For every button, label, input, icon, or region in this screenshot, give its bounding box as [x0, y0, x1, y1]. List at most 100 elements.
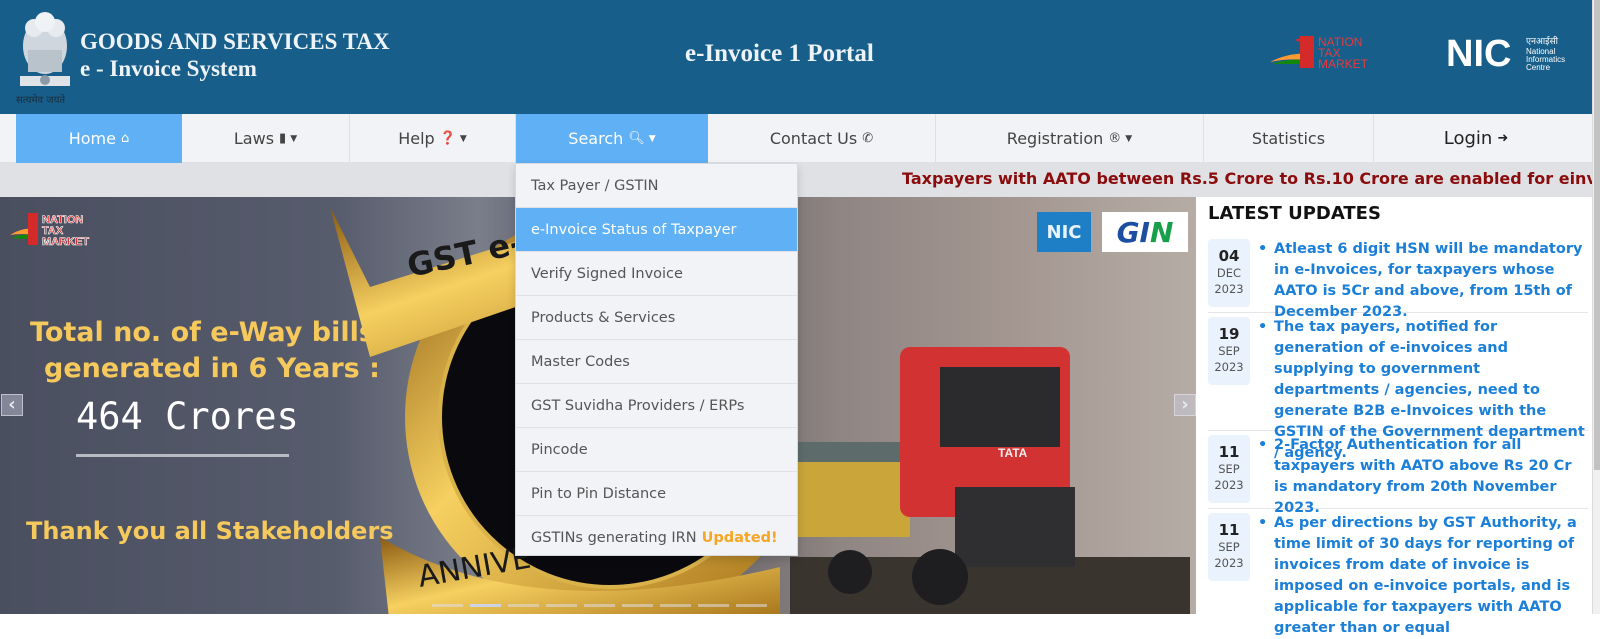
update-day: 11: [1218, 443, 1240, 461]
nav-login[interactable]: Login ➜: [1374, 114, 1578, 163]
slide-divider: [76, 454, 289, 457]
dropdown-item-label: Tax Payer / GSTIN: [531, 177, 659, 194]
one-nation-tax-market-logo: NATION TAX MARKET: [1270, 35, 1369, 70]
ticker-text[interactable]: Taxpayers with AATO between Rs.5 Crore t…: [902, 169, 1592, 188]
gstn-mini-logo: GI N: [1102, 212, 1188, 252]
update-month: SEP: [1218, 540, 1240, 554]
slide-headline-1: Total no. of e-Way bills: [30, 317, 375, 348]
carousel-next-button[interactable]: ›: [1174, 394, 1196, 416]
update-month: DEC: [1216, 266, 1242, 280]
caret-down-icon: ▼: [290, 133, 298, 144]
carousel-indicator[interactable]: [622, 604, 653, 607]
truck-image: TATA: [790, 347, 1190, 614]
portal-title: e-Invoice 1 Portal: [685, 40, 874, 67]
update-date: 11 SEP 2023: [1208, 513, 1250, 581]
nav-home[interactable]: Home ⌂: [16, 114, 182, 163]
nic-logo: NIC एनआईसी National Informatics Centre: [1446, 34, 1565, 70]
carousel-indicator[interactable]: [736, 604, 767, 607]
dropdown-item-label: Verify Signed Invoice: [531, 265, 683, 282]
update-link[interactable]: Atleast 6 digit HSN will be mandatory in…: [1258, 239, 1588, 323]
nav-home-label: Home: [68, 129, 116, 148]
question-circle-icon: ❓: [439, 131, 456, 146]
update-month: SEP: [1218, 462, 1240, 476]
dropdown-item-pincode[interactable]: Pincode: [516, 428, 797, 472]
updates-title: LATEST UPDATES: [1208, 203, 1381, 224]
registered-icon: ®: [1108, 131, 1122, 146]
dropdown-item-products-services[interactable]: Products & Services: [516, 296, 797, 340]
search-dropdown-menu: Tax Payer / GSTIN e-Invoice Status of Ta…: [515, 163, 798, 556]
carousel-indicators: [432, 604, 767, 607]
svg-text:NIC: NIC: [1446, 34, 1511, 70]
brand-line2: e - Invoice System: [80, 56, 257, 81]
nav-registration[interactable]: Registration ® ▼: [936, 114, 1204, 163]
update-day: 11: [1218, 521, 1240, 539]
dropdown-item-pin-to-pin-distance[interactable]: Pin to Pin Distance: [516, 472, 797, 516]
svg-text:Centre: Centre: [1526, 63, 1551, 70]
page-scrollbar[interactable]: [1592, 0, 1600, 614]
update-year: 2023: [1214, 360, 1244, 374]
update-item: 11 SEP 2023 2-Factor Authentication for …: [1208, 431, 1588, 516]
nav-statistics[interactable]: Statistics: [1204, 114, 1374, 163]
update-date: 11 SEP 2023: [1208, 435, 1250, 503]
carousel-indicator[interactable]: [546, 604, 577, 607]
sign-in-icon: ➜: [1497, 131, 1509, 146]
update-year: 2023: [1214, 478, 1244, 492]
dropdown-item-label: Master Codes: [531, 353, 630, 370]
scrollbar-thumb[interactable]: [1594, 0, 1600, 470]
gstn-logo-n: N: [1149, 215, 1174, 249]
nav-search[interactable]: Search 🔍︎ ▼: [516, 114, 708, 163]
phone-icon: ✆: [862, 131, 874, 146]
caret-down-icon: ▼: [648, 133, 656, 144]
latest-updates-panel: LATEST UPDATES 04 DEC 2023 Atleast 6 dig…: [1196, 197, 1592, 636]
emblem-caption: सत्यमेव जयते: [16, 95, 66, 106]
truck-brand-text: TATA: [998, 446, 1028, 460]
search-icon: 🔍︎: [628, 131, 645, 146]
dropdown-item-label: Products & Services: [531, 309, 676, 326]
main-nav: Home ⌂ Laws ▮ ▼ Help ❓ ▼ Search 🔍︎ ▼ Con…: [0, 114, 1592, 163]
nav-contact-label: Contact Us: [769, 129, 858, 148]
carousel-indicator[interactable]: [584, 604, 615, 607]
dropdown-item-label: GST Suvidha Providers / ERPs: [531, 397, 745, 414]
carousel-indicator[interactable]: [698, 604, 729, 607]
carousel-indicator[interactable]: [660, 604, 691, 607]
home-icon: ⌂: [120, 131, 130, 146]
dropdown-item-label: Pincode: [531, 441, 588, 458]
update-month: SEP: [1218, 344, 1240, 358]
nav-search-label: Search: [568, 129, 624, 148]
dropdown-item-einvoice-status[interactable]: e-Invoice Status of Taxpayer: [516, 208, 797, 252]
update-year: 2023: [1214, 282, 1244, 296]
brand-line1: GOODS AND SERVICES TAX: [80, 29, 390, 54]
update-link[interactable]: As per directions by GST Authority, a ti…: [1258, 513, 1588, 639]
update-day: 04: [1218, 247, 1240, 265]
one-nation-tax-market-logo: NATION TAX MARKET: [10, 213, 90, 247]
caret-down-icon: ▼: [1125, 133, 1133, 144]
dropdown-item-taxpayer-gstin[interactable]: Tax Payer / GSTIN: [516, 164, 797, 208]
nav-help-label: Help: [398, 129, 435, 148]
nav-statistics-label: Statistics: [1251, 129, 1326, 148]
nav-help[interactable]: Help ❓ ▼: [350, 114, 516, 163]
svg-text:MARKET: MARKET: [1318, 57, 1369, 70]
carousel-prev-button[interactable]: ‹: [1, 394, 23, 416]
nav-contact-us[interactable]: Contact Us ✆: [708, 114, 936, 163]
site-header: सत्यमेव जयते GOODS AND SERVICES TAX e - …: [0, 0, 1592, 114]
carousel-indicator[interactable]: [508, 604, 539, 607]
slide-figure: 464 Crores: [76, 395, 299, 438]
update-year: 2023: [1214, 556, 1244, 570]
svg-text:एनआईसी: एनआईसी: [1526, 35, 1559, 47]
dropdown-item-master-codes[interactable]: Master Codes: [516, 340, 797, 384]
updated-badge: Updated!: [701, 530, 778, 546]
dropdown-item-verify-signed-invoice[interactable]: Verify Signed Invoice: [516, 252, 797, 296]
update-date: 04 DEC 2023: [1208, 239, 1250, 307]
carousel-indicator[interactable]: [432, 604, 463, 607]
dropdown-item-gstins-generating-irn[interactable]: GSTINs generating IRN Updated!: [516, 516, 797, 560]
dropdown-item-label: e-Invoice Status of Taxpayer: [531, 221, 737, 238]
update-date: 19 SEP 2023: [1208, 317, 1250, 385]
nav-registration-label: Registration: [1006, 129, 1104, 148]
nav-laws[interactable]: Laws ▮ ▼: [182, 114, 350, 163]
update-link[interactable]: 2-Factor Authentication for all taxpayer…: [1258, 435, 1588, 519]
nic-mini-logo: NIC: [1037, 212, 1091, 252]
dropdown-item-gsp-erps[interactable]: GST Suvidha Providers / ERPs: [516, 384, 797, 428]
update-day: 19: [1218, 325, 1240, 343]
carousel-indicator[interactable]: [470, 604, 501, 607]
nav-laws-label: Laws: [233, 129, 275, 148]
